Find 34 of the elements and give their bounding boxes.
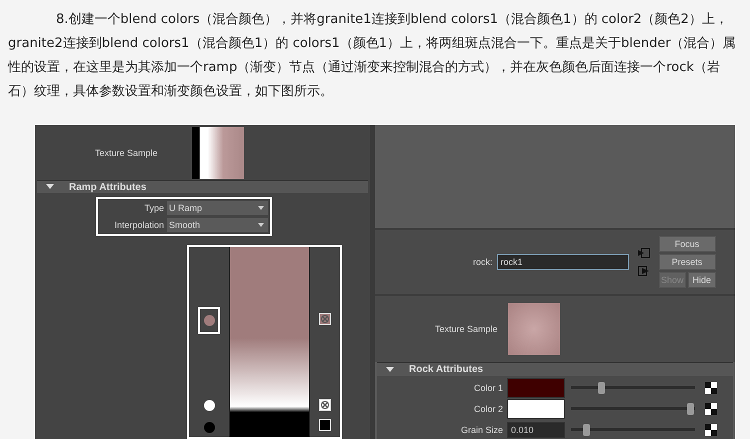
output-connection-icon <box>636 265 651 277</box>
checker-icon <box>705 382 717 394</box>
slider-thumb[interactable] <box>687 402 694 414</box>
panel-button[interactable]: Focus <box>658 236 716 252</box>
section-header[interactable]: Rock Attributes <box>377 362 733 376</box>
field-label: Interpolation <box>113 220 164 230</box>
node-name-field[interactable]: rock1 <box>496 254 629 270</box>
dropdown[interactable]: U Ramp <box>167 201 268 215</box>
paragraph: 8.创建一个blend colors（混合颜色），并将granite1连接到blend colors1（混合颜色1）的 color2（颜色2）上，granite2连接到blend colors1（混合颜色1）的 colors1（颜色1）上，将两组斑点混合一下。重点是关于blender（混合）属性的设置，在这里是为其添加一个ramp（渐变）节点（通过渐变来控制混合的方式），并在灰色颜色后面连接一个rock（岩石）纹理，具体参数设置和渐变颜色设置，如下图所示。 <box>6 11 737 101</box>
field-label: Type <box>143 203 164 213</box>
section-header[interactable]: Ramp Attributes <box>37 180 368 193</box>
checker-icon <box>705 424 717 436</box>
color-swatch[interactable] <box>507 378 565 398</box>
attribute-label: Color 2 <box>472 404 503 414</box>
panel-button[interactable]: Hide <box>688 272 716 288</box>
color-handle[interactable] <box>198 307 220 334</box>
panel-button[interactable]: Presets <box>658 254 716 270</box>
square-icon[interactable] <box>319 419 332 431</box>
slider-thumb[interactable] <box>582 424 590 436</box>
slider-thumb[interactable] <box>598 382 605 394</box>
texture-sample-label: Texture Sample <box>95 148 158 158</box>
number-field[interactable]: 0.010 <box>507 422 565 438</box>
texture-swatch <box>192 126 244 179</box>
node-name-label: rock: <box>473 257 493 267</box>
delete-box-icon[interactable] <box>319 399 332 411</box>
delete-box-icon[interactable] <box>319 313 332 325</box>
texture-swatch <box>508 303 560 355</box>
color-swatch[interactable] <box>507 398 565 418</box>
checker-icon <box>705 402 717 414</box>
input-connection-icon <box>636 247 651 259</box>
attribute-label: Color 1 <box>472 382 503 392</box>
attribute-label: Grain Size <box>460 424 503 434</box>
dropdown[interactable]: Smooth <box>167 218 268 232</box>
texture-sample-label: Texture Sample <box>435 324 498 334</box>
